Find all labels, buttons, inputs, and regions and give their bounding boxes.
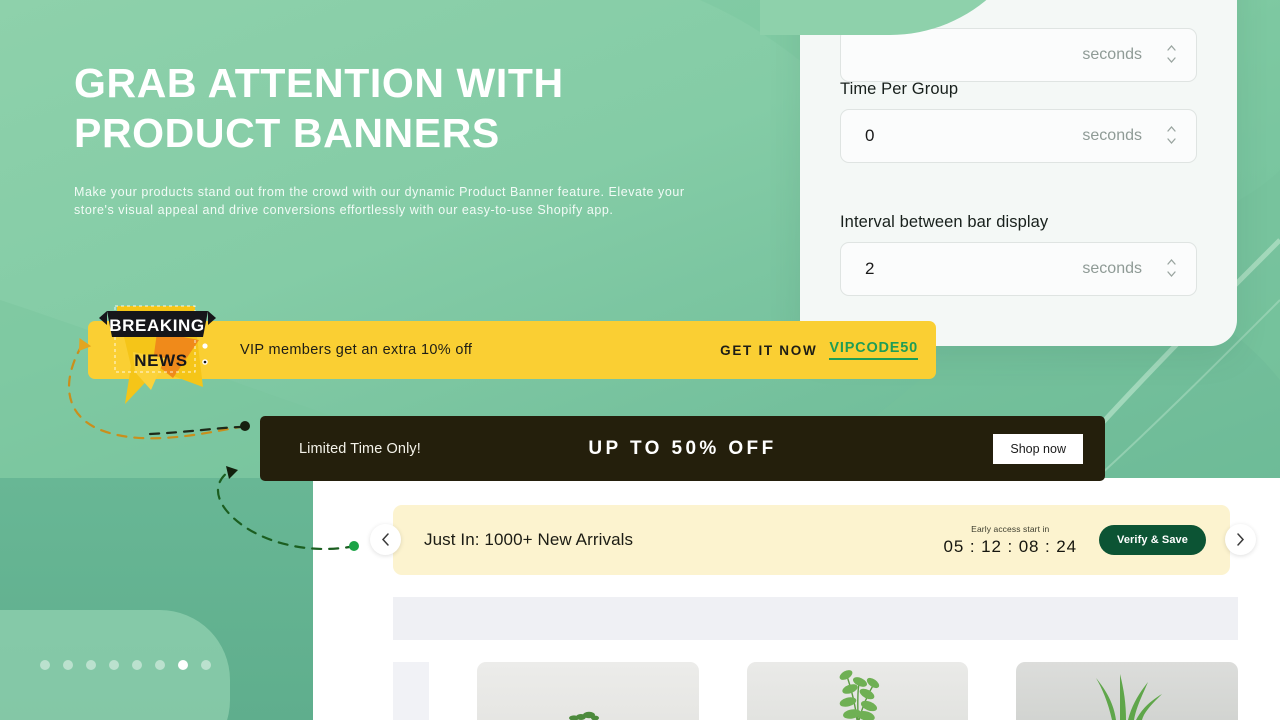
- countdown: Early access start in 05 : 12 : 08 : 24: [944, 524, 1077, 557]
- settings-input-0[interactable]: seconds: [840, 28, 1197, 82]
- settings-input-2[interactable]: 2 seconds: [840, 242, 1197, 296]
- settings-label-1: Time Per Group: [840, 80, 959, 98]
- screenshot-stage: GRAB ATTENTION WITH PRODUCT BANNERS Make…: [0, 0, 1280, 720]
- hero-subtext: Make your products stand out from the cr…: [74, 185, 685, 217]
- carousel-next-button[interactable]: [1225, 524, 1256, 555]
- product-card-strip: [393, 662, 1239, 720]
- shop-now-button[interactable]: Shop now: [993, 433, 1083, 464]
- carousel-dot-active[interactable]: [178, 660, 188, 670]
- plant-image: [839, 670, 879, 720]
- plant-image: [1096, 674, 1163, 720]
- carousel-dot[interactable]: [63, 660, 73, 670]
- settings-label-2: Interval between bar display: [840, 213, 1049, 231]
- news-label: NEWS: [134, 351, 187, 370]
- settings-unit-1: seconds: [1082, 127, 1142, 144]
- new-arrivals-banner[interactable]: Just In: 1000+ New Arrivals Early access…: [393, 505, 1230, 575]
- carousel-dots[interactable]: [40, 660, 211, 670]
- settings-panel: seconds Time Per Group 0 seconds Interva…: [800, 0, 1237, 346]
- limited-time-banner[interactable]: Limited Time Only! UP TO 50% OFF Shop no…: [260, 416, 1105, 481]
- settings-value-2: 2: [865, 259, 875, 278]
- carousel-prev-button[interactable]: [370, 524, 401, 555]
- carousel-dot[interactable]: [155, 660, 165, 670]
- plant-image: [568, 711, 599, 720]
- vip-cta-label: GET IT NOW: [720, 342, 818, 358]
- carousel-dot[interactable]: [40, 660, 50, 670]
- carousel-dot[interactable]: [109, 660, 119, 670]
- vip-discount-code[interactable]: VIPCODE50: [829, 340, 918, 360]
- product-card[interactable]: [1016, 662, 1239, 720]
- chevron-updown-icon[interactable]: [1156, 44, 1196, 66]
- countdown-value: 05 : 12 : 08 : 24: [943, 536, 1077, 556]
- settings-unit-0: seconds: [1082, 46, 1142, 63]
- verify-and-save-button[interactable]: Verify & Save: [1098, 525, 1206, 555]
- settings-input-1[interactable]: 0 seconds: [840, 109, 1197, 163]
- product-card-partial[interactable]: [393, 662, 429, 720]
- carousel-dot[interactable]: [132, 660, 142, 670]
- cream-banner-title: Just In: 1000+ New Arrivals: [424, 530, 634, 549]
- chevron-left-icon: [381, 533, 389, 546]
- countdown-label: Early access start in: [971, 523, 1050, 534]
- chevron-right-icon: [1237, 533, 1245, 546]
- breaking-label: BREAKING: [109, 316, 204, 335]
- carousel-dot[interactable]: [86, 660, 96, 670]
- headline-line-2: PRODUCT BANNERS: [74, 110, 500, 156]
- page-title: GRAB ATTENTION WITH PRODUCT BANNERS: [74, 58, 714, 158]
- product-card[interactable]: [476, 662, 699, 720]
- settings-value-1: 0: [865, 126, 875, 145]
- vip-banner-message: VIP members get an extra 10% off: [240, 342, 473, 358]
- breaking-news-badge-icon: BREAKING NEWS: [99, 305, 216, 404]
- chevron-updown-icon[interactable]: [1156, 258, 1196, 280]
- settings-field-0: seconds: [840, 28, 1197, 82]
- chevron-updown-icon[interactable]: [1156, 125, 1196, 147]
- headline-line-1: GRAB ATTENTION WITH: [74, 60, 564, 106]
- carousel-dot[interactable]: [201, 660, 211, 670]
- settings-field-2: Interval between bar display 2 seconds: [840, 213, 1197, 296]
- dark-banner-left-text: Limited Time Only!: [299, 440, 421, 457]
- settings-field-1: Time Per Group 0 seconds: [840, 80, 1197, 163]
- hero-copy: GRAB ATTENTION WITH PRODUCT BANNERS Make…: [74, 58, 714, 219]
- content-placeholder-bar: [393, 597, 1238, 640]
- settings-unit-2: seconds: [1082, 260, 1142, 277]
- product-card[interactable]: [746, 662, 969, 720]
